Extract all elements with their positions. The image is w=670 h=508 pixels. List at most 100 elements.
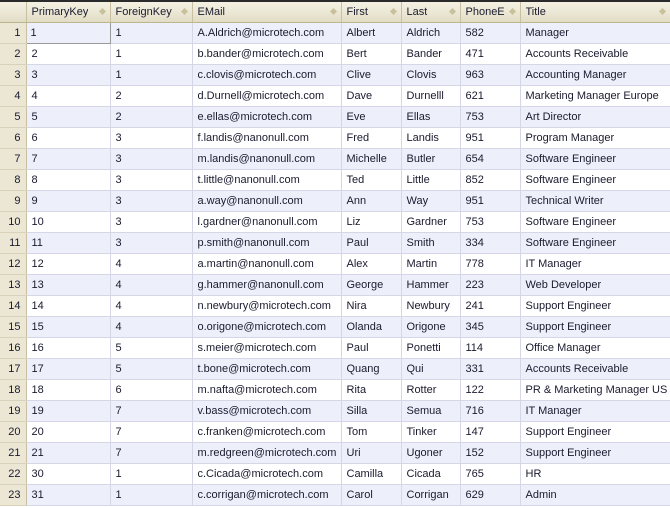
cell-last[interactable]: Clovis [401, 64, 461, 86]
table-row[interactable]: 7 7 3 m.landis@nanonull.com Michelle Butler 65… [0, 148, 670, 170]
cell-first[interactable]: Quang [341, 358, 402, 380]
cell-primarykey[interactable]: 30 [26, 463, 111, 485]
cell-title[interactable]: Web Developer [520, 274, 670, 296]
cell-title[interactable]: Support Engineer [520, 316, 670, 338]
cell-foreignkey[interactable]: 3 [110, 211, 193, 233]
cell-email[interactable]: s.meier@microtech.com [192, 337, 342, 359]
cell-email[interactable]: e.ellas@microtech.com [192, 106, 342, 128]
cell-phoneext[interactable]: 716 [460, 400, 521, 422]
table-row[interactable]: 12 12 4 a.martin@nanonull.com Alex Martin 778 I… [0, 253, 670, 275]
cell-first[interactable]: Uri [341, 442, 402, 464]
cell-first[interactable]: Ted [341, 169, 402, 191]
cell-first[interactable]: Liz [341, 211, 402, 233]
cell-phoneext[interactable]: 778 [460, 253, 521, 275]
cell-primarykey[interactable]: 5 [26, 106, 111, 128]
cell-last[interactable]: Cicada [401, 463, 461, 485]
cell-primarykey[interactable]: 21 [26, 442, 111, 464]
cell-title[interactable]: Accounting Manager [520, 64, 670, 86]
cell-phoneext[interactable]: 621 [460, 85, 521, 107]
cell-foreignkey[interactable]: 4 [110, 253, 193, 275]
column-header-primarykey[interactable]: PrimaryKey [26, 2, 111, 23]
cell-email[interactable]: v.bass@microtech.com [192, 400, 342, 422]
cell-primarykey[interactable]: 31 [26, 484, 111, 506]
cell-primarykey[interactable]: 7 [26, 148, 111, 170]
cell-title[interactable]: Marketing Manager Europe [520, 85, 670, 107]
cell-title[interactable]: Software Engineer [520, 232, 670, 254]
cell-primarykey[interactable]: 4 [26, 85, 111, 107]
row-number-cell[interactable]: 11 [0, 232, 27, 254]
row-number-cell[interactable]: 10 [0, 211, 27, 233]
table-row[interactable]: 23 31 1 c.corrigan@microtech.com Carol Corrig… [0, 484, 670, 506]
cell-title[interactable]: Program Manager [520, 127, 670, 149]
cell-first[interactable]: Clive [341, 64, 402, 86]
cell-phoneext[interactable]: 345 [460, 316, 521, 338]
cell-email[interactable]: c.corrigan@microtech.com [192, 484, 342, 506]
cell-foreignkey[interactable]: 7 [110, 442, 193, 464]
row-number-cell[interactable]: 7 [0, 148, 27, 170]
cell-phoneext[interactable]: 963 [460, 64, 521, 86]
cell-title[interactable]: Accounts Receivable [520, 43, 670, 65]
cell-first[interactable]: Rita [341, 379, 402, 401]
cell-foreignkey[interactable]: 3 [110, 169, 193, 191]
table-row[interactable]: 16 16 5 s.meier@microtech.com Paul Ponetti 114… [0, 337, 670, 359]
table-row[interactable]: 6 6 3 f.landis@nanonull.com Fred Landis 951 Pro… [0, 127, 670, 149]
cell-foreignkey[interactable]: 6 [110, 379, 193, 401]
cell-foreignkey[interactable]: 1 [110, 484, 193, 506]
cell-title[interactable]: Software Engineer [520, 148, 670, 170]
table-row[interactable]: 2 2 1 b.bander@microtech.com Bert Bander 471 Ac… [0, 43, 670, 65]
table-row[interactable]: 17 17 5 t.bone@microtech.com Quang Qui 331 Acco… [0, 358, 670, 380]
cell-first[interactable]: Dave [341, 85, 402, 107]
cell-phoneext[interactable]: 852 [460, 169, 521, 191]
cell-email[interactable]: A.Aldrich@microtech.com [192, 22, 342, 44]
cell-last[interactable]: Martin [401, 253, 461, 275]
row-number-cell[interactable]: 2 [0, 43, 27, 65]
cell-first[interactable]: Nira [341, 295, 402, 317]
cell-primarykey[interactable]: 15 [26, 316, 111, 338]
cell-last[interactable]: Bander [401, 43, 461, 65]
cell-title[interactable]: Support Engineer [520, 421, 670, 443]
filter-dot-icon[interactable] [658, 8, 666, 16]
cell-primarykey[interactable]: 13 [26, 274, 111, 296]
cell-first[interactable]: Bert [341, 43, 402, 65]
cell-primarykey[interactable]: 16 [26, 337, 111, 359]
filter-dot-icon[interactable] [448, 8, 456, 16]
cell-email[interactable]: t.bone@microtech.com [192, 358, 342, 380]
filter-dot-icon[interactable] [98, 8, 106, 16]
cell-phoneext[interactable]: 147 [460, 421, 521, 443]
cell-title[interactable]: Admin [520, 484, 670, 506]
cell-email[interactable]: m.landis@nanonull.com [192, 148, 342, 170]
cell-phoneext[interactable]: 654 [460, 148, 521, 170]
cell-phoneext[interactable]: 753 [460, 211, 521, 233]
row-number-cell[interactable]: 16 [0, 337, 27, 359]
cell-phoneext[interactable]: 951 [460, 190, 521, 212]
cell-foreignkey[interactable]: 3 [110, 190, 193, 212]
cell-primarykey[interactable]: 8 [26, 169, 111, 191]
cell-foreignkey[interactable]: 1 [110, 64, 193, 86]
cell-primarykey[interactable]: 18 [26, 379, 111, 401]
column-header-title[interactable]: Title [520, 2, 670, 23]
cell-phoneext[interactable]: 331 [460, 358, 521, 380]
column-header-last[interactable]: Last [401, 2, 461, 23]
cell-first[interactable]: Ann [341, 190, 402, 212]
cell-first[interactable]: Eve [341, 106, 402, 128]
cell-primarykey[interactable]: 19 [26, 400, 111, 422]
cell-email[interactable]: m.nafta@microtech.com [192, 379, 342, 401]
cell-first[interactable]: Silla [341, 400, 402, 422]
cell-title[interactable]: Accounts Receivable [520, 358, 670, 380]
table-row[interactable]: 4 4 2 d.Durnell@microtech.com Dave Durnelll 62… [0, 85, 670, 107]
cell-phoneext[interactable]: 114 [460, 337, 521, 359]
cell-last[interactable]: Rotter [401, 379, 461, 401]
table-row[interactable]: 1 1 1 A.Aldrich@microtech.com Albert Aldrich 5… [0, 21, 670, 44]
cell-title[interactable]: HR [520, 463, 670, 485]
cell-title[interactable]: Art Director [520, 106, 670, 128]
cell-title[interactable]: Software Engineer [520, 169, 670, 191]
row-number-cell[interactable]: 22 [0, 463, 27, 485]
cell-title[interactable]: Software Engineer [520, 211, 670, 233]
cell-foreignkey[interactable]: 3 [110, 127, 193, 149]
cell-foreignkey[interactable]: 5 [110, 358, 193, 380]
cell-primarykey[interactable]: 9 [26, 190, 111, 212]
table-row[interactable]: 22 30 1 c.Cicada@microtech.com Camilla Cicada… [0, 463, 670, 485]
row-number-cell[interactable]: 12 [0, 253, 27, 275]
cell-foreignkey[interactable]: 3 [110, 232, 193, 254]
cell-first[interactable]: Carol [341, 484, 402, 506]
